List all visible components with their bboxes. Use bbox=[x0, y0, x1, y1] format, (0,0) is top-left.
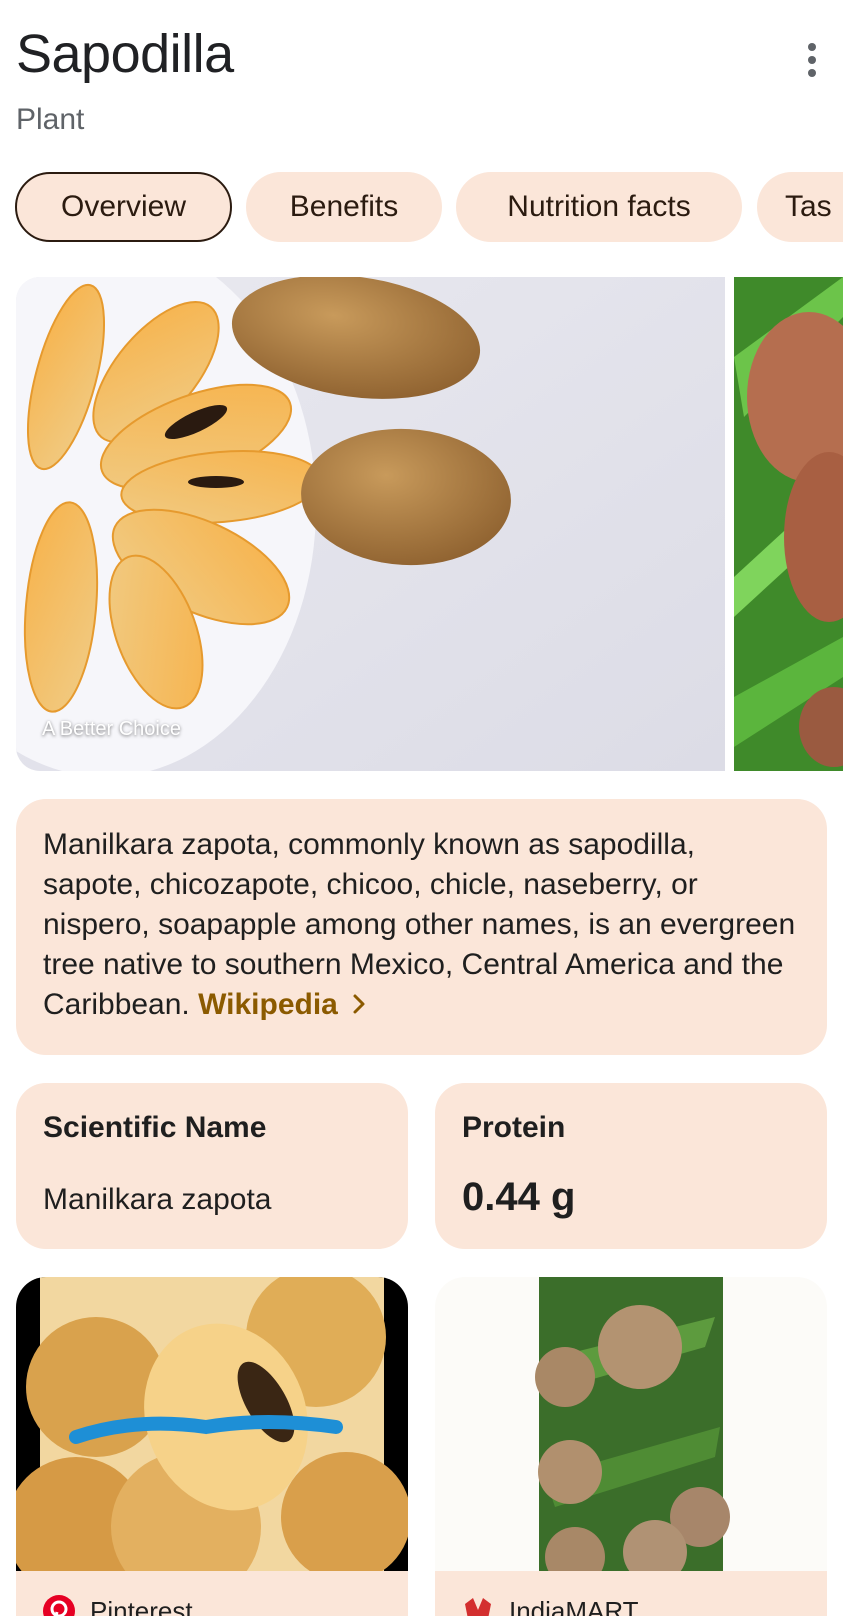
hero-image[interactable] bbox=[16, 277, 725, 771]
wikipedia-link[interactable]: Wikipedia bbox=[198, 988, 366, 1021]
pinterest-icon bbox=[43, 1595, 75, 1616]
tab-chip-row: Overview Benefits Nutrition facts Tas bbox=[0, 172, 843, 244]
scientific-name-card[interactable]: Scientific Name Manilkara zapota bbox=[16, 1083, 408, 1249]
tab-benefits[interactable]: Benefits bbox=[246, 172, 442, 242]
scientific-name-label: Scientific Name bbox=[43, 1111, 267, 1144]
protein-value: 0.44 g bbox=[462, 1175, 576, 1219]
scientific-name-value: Manilkara zapota bbox=[43, 1183, 272, 1216]
wikipedia-link-label: Wikipedia bbox=[198, 988, 338, 1021]
more-options-icon[interactable] bbox=[796, 40, 828, 80]
protein-label: Protein bbox=[462, 1111, 566, 1144]
tab-nutrition-facts[interactable]: Nutrition facts bbox=[456, 172, 742, 242]
sapodilla-tree-image bbox=[734, 277, 843, 771]
tab-taste[interactable]: Tas bbox=[757, 172, 843, 242]
tab-overview[interactable]: Overview bbox=[15, 172, 232, 242]
description-text: Manilkara zapota, commonly known as sapo… bbox=[43, 828, 796, 1021]
hero-caption: A Better Choice bbox=[42, 718, 181, 740]
result-source-label: Pinterest bbox=[90, 1595, 193, 1616]
indiamart-icon bbox=[465, 1598, 491, 1616]
description-card: Manilkara zapota, commonly known as sapo… bbox=[16, 799, 827, 1055]
protein-card[interactable]: Protein 0.44 g bbox=[435, 1083, 827, 1249]
page-title: Sapodilla bbox=[16, 24, 234, 84]
sapodilla-tree-fruits-image bbox=[435, 1277, 827, 1587]
sapodilla-plate-image bbox=[16, 277, 725, 771]
result-tile-pinterest[interactable]: Pinterest bbox=[16, 1277, 408, 1616]
sapodilla-benefits-image bbox=[16, 1277, 408, 1602]
page-subtitle: Plant bbox=[16, 103, 85, 136]
chevron-right-icon bbox=[352, 986, 366, 1026]
second-image[interactable] bbox=[734, 277, 843, 771]
result-source-label: IndiaMART bbox=[509, 1595, 639, 1616]
result-tile-indiamart[interactable]: IndiaMART bbox=[435, 1277, 827, 1616]
